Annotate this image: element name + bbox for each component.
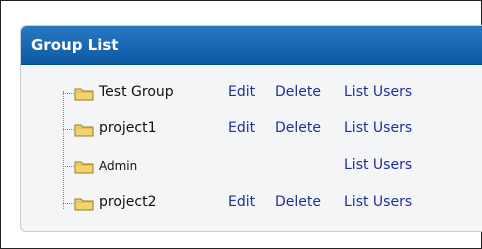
folder-icon bbox=[74, 86, 94, 101]
tree-elbow bbox=[63, 129, 74, 130]
list-users-link[interactable]: List Users bbox=[344, 157, 412, 173]
folder-icon bbox=[74, 122, 94, 137]
tree-elbow bbox=[63, 93, 74, 94]
tree-elbow bbox=[63, 203, 74, 204]
group-list-panel: Group List Test Group Edit Delete List U… bbox=[20, 25, 482, 232]
panel-title: Group List bbox=[31, 36, 119, 54]
tree-elbow bbox=[63, 166, 74, 167]
delete-link[interactable]: Delete bbox=[275, 194, 321, 210]
folder-icon bbox=[74, 196, 94, 211]
group-name: project2 bbox=[99, 194, 157, 210]
list-users-link[interactable]: List Users bbox=[344, 120, 412, 136]
group-row: project1 Edit Delete List Users bbox=[21, 117, 482, 143]
group-row: Test Group Edit Delete List Users bbox=[21, 81, 482, 107]
group-name: project1 bbox=[99, 120, 157, 136]
panel-header: Group List bbox=[21, 26, 482, 65]
edit-link[interactable]: Edit bbox=[228, 84, 255, 100]
group-row: Admin List Users bbox=[21, 154, 482, 180]
group-name: Test Group bbox=[99, 84, 174, 100]
folder-icon bbox=[74, 159, 94, 174]
list-users-link[interactable]: List Users bbox=[344, 84, 412, 100]
list-users-link[interactable]: List Users bbox=[344, 194, 412, 210]
edit-link[interactable]: Edit bbox=[228, 194, 255, 210]
edit-link[interactable]: Edit bbox=[228, 120, 255, 136]
group-row: project2 Edit Delete List Users bbox=[21, 191, 482, 217]
group-name: Admin bbox=[99, 159, 138, 173]
delete-link[interactable]: Delete bbox=[275, 84, 321, 100]
delete-link[interactable]: Delete bbox=[275, 120, 321, 136]
